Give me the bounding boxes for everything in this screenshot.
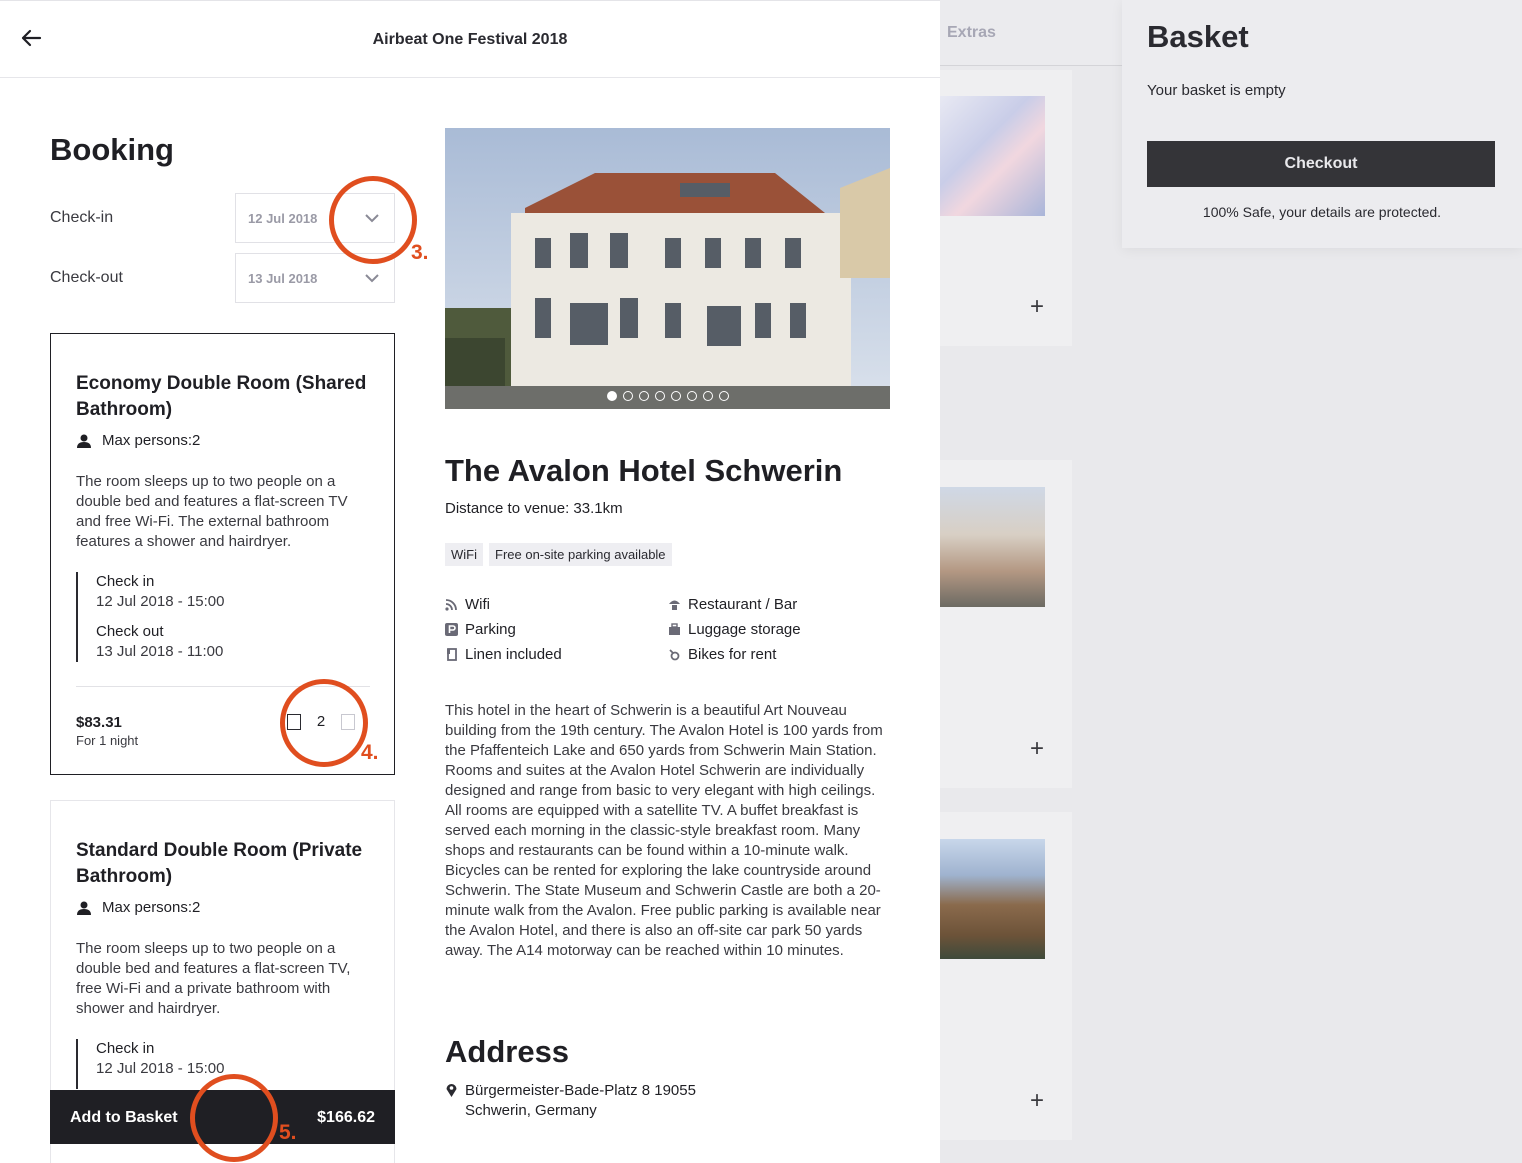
- checkin-time: 12 Jul 2018 - 15:00: [96, 593, 225, 610]
- carousel-dot[interactable]: [686, 391, 697, 401]
- facility-label: Parking: [465, 621, 516, 638]
- checkin-label: Check-in: [50, 209, 114, 226]
- hotel-photo-carousel[interactable]: [445, 128, 890, 409]
- carousel-dot[interactable]: [670, 391, 681, 401]
- facility-label: Restaurant / Bar: [688, 596, 798, 613]
- max-persons: Max persons:2: [76, 432, 200, 449]
- safety-note: 100% Safe, your details are protected.: [1202, 204, 1442, 220]
- annotation-circle: [190, 1074, 278, 1162]
- facility-restaurant: Restaurant / Bar: [668, 596, 797, 613]
- parking-icon: [445, 623, 458, 636]
- checkin-heading: Check in: [96, 573, 155, 590]
- carousel-dot[interactable]: [606, 391, 617, 401]
- checkout-label: Check-out: [50, 269, 123, 286]
- checkin-time: 12 Jul 2018 - 15:00: [96, 1060, 225, 1077]
- annotation-circle: [280, 679, 368, 767]
- hotel-photo: [445, 128, 890, 409]
- max-persons-text: Max persons:2: [102, 899, 201, 916]
- add-plus-button[interactable]: +: [1027, 1089, 1047, 1113]
- annotation-label: 3.: [411, 241, 429, 264]
- facility-parking: Parking: [445, 621, 516, 638]
- annotation-circle: [329, 176, 417, 264]
- carousel-dot[interactable]: [654, 391, 665, 401]
- facility-luggage: Luggage storage: [668, 621, 801, 638]
- checkout-time: 13 Jul 2018 - 11:00: [96, 643, 224, 660]
- tag-parking: Free on-site parking available: [489, 543, 672, 566]
- carousel-dots: [445, 391, 890, 401]
- room-price: $83.31: [76, 714, 122, 731]
- facility-label: Wifi: [465, 596, 490, 613]
- map-pin-icon: [446, 1084, 457, 1097]
- price-period: For 1 night: [76, 733, 139, 748]
- add-plus-button[interactable]: +: [1027, 737, 1047, 761]
- max-persons-text: Max persons:2: [102, 432, 201, 449]
- restaurant-icon: [669, 600, 680, 610]
- person-icon: [77, 434, 91, 448]
- tab-extras[interactable]: Extras: [947, 24, 996, 42]
- checkout-heading: Check out: [96, 623, 164, 640]
- checkin-heading: Check in: [96, 1040, 155, 1057]
- hotel-name: The Avalon Hotel Schwerin: [445, 453, 843, 488]
- basket-title: Basket: [1147, 19, 1249, 54]
- tag-wifi: WiFi: [445, 543, 483, 566]
- checkin-value: 12 Jul 2018: [248, 211, 318, 226]
- luggage-icon: [669, 623, 680, 635]
- address-line-2: Schwerin, Germany: [465, 1102, 597, 1119]
- hotel-thumbnail: [940, 839, 1045, 959]
- max-persons: Max persons:2: [76, 899, 200, 916]
- address-line-1: Bürgermeister-Bade-Platz 8 19055: [465, 1082, 696, 1099]
- room-times: Check in 12 Jul 2018 - 15:00 Check out 1…: [76, 572, 224, 662]
- festival-thumbnail: [940, 96, 1045, 216]
- carousel-dot[interactable]: [638, 391, 649, 401]
- facility-bikes: Bikes for rent: [668, 646, 776, 663]
- carousel-dot[interactable]: [622, 391, 633, 401]
- carousel-dot[interactable]: [718, 391, 729, 401]
- facility-label: Luggage storage: [688, 621, 801, 638]
- hotel-description: This hotel in the heart of Schwerin is a…: [445, 702, 883, 959]
- person-icon: [77, 901, 91, 915]
- facility-label: Linen included: [465, 646, 562, 663]
- topbar: Airbeat One Festival 2018: [0, 1, 940, 78]
- carousel-dot[interactable]: [702, 391, 713, 401]
- room-name: Economy Double Room (Shared Bathroom): [76, 373, 367, 420]
- facility-label: Bikes for rent: [688, 646, 777, 663]
- page-title: Airbeat One Festival 2018: [372, 31, 568, 48]
- annotation-label: 5.: [279, 1121, 297, 1144]
- add-to-basket-label: Add to Basket: [70, 1109, 178, 1126]
- bike-icon: [669, 649, 680, 661]
- basket-panel: Basket Your basket is empty Checkout 100…: [1122, 0, 1522, 248]
- wifi-icon: [445, 599, 457, 611]
- chevron-down-icon: [365, 274, 379, 283]
- distance-to-venue: Distance to venue: 33.1km: [445, 500, 623, 517]
- checkout-button[interactable]: Checkout: [1147, 141, 1495, 187]
- basket-total: $166.62: [317, 1109, 375, 1126]
- linen-icon: [447, 648, 457, 661]
- hotel-booking-panel: Airbeat One Festival 2018 Booking Check-…: [0, 0, 940, 1163]
- booking-heading: Booking: [50, 132, 174, 167]
- add-plus-button[interactable]: +: [1027, 295, 1047, 319]
- facility-wifi: Wifi: [445, 596, 490, 613]
- hotel-tags: WiFi Free on-site parking available: [445, 543, 672, 566]
- hotel-thumbnail: [940, 487, 1045, 607]
- room-name: Standard Double Room (Private Bathroom): [76, 840, 363, 887]
- address-heading: Address: [445, 1034, 570, 1069]
- basket-empty-text: Your basket is empty: [1147, 82, 1286, 99]
- room-times: Check in 12 Jul 2018 - 15:00: [76, 1039, 224, 1089]
- room-description: The room sleeps up to two people on a do…: [76, 473, 348, 550]
- annotation-label: 4.: [361, 741, 379, 764]
- room-description: The room sleeps up to two people on a do…: [76, 940, 351, 1017]
- address: Bürgermeister-Bade-Platz 8 19055 Schweri…: [445, 1081, 696, 1121]
- checkout-value: 13 Jul 2018: [248, 271, 318, 286]
- facility-linen: Linen included: [445, 646, 562, 663]
